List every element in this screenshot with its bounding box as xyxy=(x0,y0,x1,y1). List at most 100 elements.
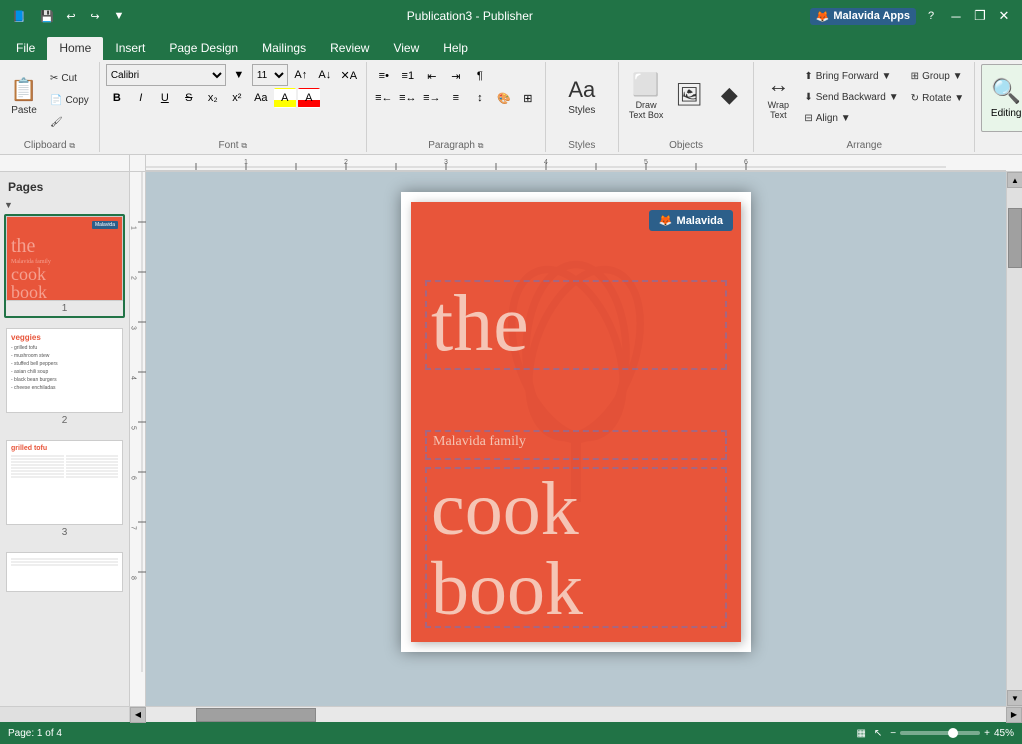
font-expand-icon[interactable]: ⧉ xyxy=(241,141,247,150)
layout-view-icon[interactable]: ▦ xyxy=(856,728,865,739)
zoom-slider-thumb[interactable] xyxy=(948,728,958,738)
zoom-minus-btn[interactable]: − xyxy=(890,728,896,739)
app-title: Publication3 - Publisher xyxy=(130,9,810,23)
draw-text-box-button[interactable]: ⬜ DrawText Box xyxy=(625,64,668,128)
tab-file[interactable]: File xyxy=(4,37,47,60)
shapes-button[interactable]: ◆ xyxy=(711,64,747,128)
font-dropdown-btn[interactable]: ▼ xyxy=(228,65,250,85)
tab-insert[interactable]: Insert xyxy=(103,37,157,60)
ribbon-group-paragraph: ≡• ≡1 ⇤ ⇥ ¶ ≡← ≡↔ ≡→ ≡ ↕ 🎨 ⊞ Paragraph xyxy=(367,62,546,152)
page-document[interactable]: 🦊 Malavida the Malavida family cookbook xyxy=(411,202,741,642)
text-highlight-button[interactable]: A xyxy=(274,88,296,108)
objects-label: Objects xyxy=(625,138,748,152)
horizontal-ruler: /* ruler ticks drawn via inline SVG */ 1… xyxy=(146,155,1006,171)
paste-button[interactable]: 📋 Paste xyxy=(6,64,42,128)
zoom-plus-btn[interactable]: + xyxy=(984,728,990,739)
tab-page-design[interactable]: Page Design xyxy=(157,37,250,60)
tab-view[interactable]: View xyxy=(381,37,431,60)
tab-review[interactable]: Review xyxy=(318,37,381,60)
show-hide-btn[interactable]: ¶ xyxy=(469,66,491,86)
scroll-left-btn[interactable]: ◀ xyxy=(130,707,146,723)
page-thumb-4[interactable] xyxy=(4,550,125,594)
page-thumb-2[interactable]: veggies - grilled tofu - mushroom stew -… xyxy=(4,326,125,430)
align-left-btn[interactable]: ≡← xyxy=(373,88,395,108)
align-right-btn[interactable]: ≡→ xyxy=(421,88,443,108)
help-btn[interactable]: ? xyxy=(920,5,942,27)
italic-button[interactable]: I xyxy=(130,88,152,108)
rotate-button[interactable]: ↻ Rotate ▼ xyxy=(907,88,969,108)
send-backward-button[interactable]: ⬇ Send Backward ▼ xyxy=(800,87,902,107)
font-size-select[interactable]: 11 xyxy=(252,64,288,86)
styles-content: Aa Styles xyxy=(552,64,612,138)
scroll-up-btn[interactable]: ▲ xyxy=(1007,172,1022,188)
font-size-down-btn[interactable]: A↓ xyxy=(314,65,336,85)
font-color-button[interactable]: A xyxy=(298,88,320,108)
quick-access-dropdown[interactable]: ▼ xyxy=(108,5,130,27)
tab-home[interactable]: Home xyxy=(47,37,103,60)
subtitle-text[interactable]: Malavida family xyxy=(433,434,721,450)
bring-forward-dropdown[interactable]: ▼ xyxy=(882,71,892,82)
scroll-right-btn[interactable]: ▶ xyxy=(1006,707,1022,723)
page-thumb-3[interactable]: grilled tofu xyxy=(4,438,125,542)
change-case-button[interactable]: Aa xyxy=(250,88,272,108)
page-thumb-1[interactable]: Malavida the Malavida family cookbook 1 xyxy=(4,214,125,318)
paragraph-label: Paragraph ⧉ xyxy=(373,138,539,152)
justify-btn[interactable]: ≡ xyxy=(445,88,467,108)
ribbon-group-arrange: ↔ WrapText ⬆ Bring Forward ▼ ⬇ Send Back… xyxy=(754,62,975,152)
clear-format-btn[interactable]: ✕A xyxy=(338,65,360,85)
line-spacing-btn[interactable]: ↕ xyxy=(469,88,491,108)
close-btn[interactable]: ✕ xyxy=(994,6,1014,26)
align-button[interactable]: ⊟ Align ▼ xyxy=(800,108,902,128)
malavida-badge: 🦊 Malavida xyxy=(649,210,733,231)
picture-button[interactable]: 🖼 xyxy=(671,64,707,128)
title-bottom[interactable]: cookbook xyxy=(431,470,721,630)
bullet-list-btn[interactable]: ≡• xyxy=(373,66,395,86)
zoom-percent: 45% xyxy=(994,728,1014,739)
scroll-thumb[interactable] xyxy=(1008,208,1022,268)
malavida-logo-icon: 🦊 xyxy=(816,10,830,23)
send-backward-dropdown[interactable]: ▼ xyxy=(889,92,899,103)
status-right: ▦ ↖ − + 45% xyxy=(856,728,1014,739)
shading-btn[interactable]: 🎨 xyxy=(493,88,515,108)
undo-btn[interactable]: ↩ xyxy=(60,5,82,27)
styles-button[interactable]: Aa Styles xyxy=(552,64,612,128)
bold-button[interactable]: B xyxy=(106,88,128,108)
canvas-area[interactable]: 🦊 Malavida the Malavida family cookbook xyxy=(146,172,1006,706)
publisher-logo-btn[interactable]: 📘 xyxy=(8,5,30,27)
paragraph-expand-icon[interactable]: ⧉ xyxy=(478,141,484,150)
wrap-text-button[interactable]: ↔ WrapText xyxy=(760,64,796,128)
borders-btn[interactable]: ⊞ xyxy=(517,88,539,108)
cut-icon: ✂ xyxy=(50,73,58,84)
superscript-button[interactable]: x² xyxy=(226,88,248,108)
editing-icon: 🔍 xyxy=(991,77,1021,106)
redo-btn[interactable]: ↪ xyxy=(84,5,106,27)
collapse-pages-icon[interactable]: ▼ xyxy=(4,200,13,210)
tab-help[interactable]: Help xyxy=(431,37,480,60)
subscript-button[interactable]: x₂ xyxy=(202,88,224,108)
scroll-down-btn[interactable]: ▼ xyxy=(1007,690,1022,706)
underline-button[interactable]: U xyxy=(154,88,176,108)
font-size-up-btn[interactable]: A↑ xyxy=(290,65,312,85)
save-btn[interactable]: 💾 xyxy=(36,5,58,27)
zoom-slider[interactable] xyxy=(900,731,980,735)
svg-text:3: 3 xyxy=(130,326,137,330)
copy-button[interactable]: 📄 Copy xyxy=(46,90,93,110)
title-top[interactable]: the xyxy=(431,284,721,364)
align-center-btn[interactable]: ≡↔ xyxy=(397,88,419,108)
strikethrough-button[interactable]: S xyxy=(178,88,200,108)
cut-button[interactable]: ✂ Cut xyxy=(46,68,93,88)
format-painter-button[interactable]: 🖌 xyxy=(46,112,93,132)
tab-mailings[interactable]: Mailings xyxy=(250,37,318,60)
group-button[interactable]: ⊞ Group ▼ xyxy=(907,66,969,86)
minimize-btn[interactable]: ─ xyxy=(946,6,966,26)
bring-forward-button[interactable]: ⬆ Bring Forward ▼ xyxy=(800,66,902,86)
indent-increase-btn[interactable]: ⇥ xyxy=(445,66,467,86)
h-scroll-thumb[interactable] xyxy=(196,708,316,722)
number-list-btn[interactable]: ≡1 xyxy=(397,66,419,86)
clipboard-expand-icon[interactable]: ⧉ xyxy=(69,141,75,150)
editing-button[interactable]: 🔍 Editing xyxy=(981,64,1022,132)
svg-text:3: 3 xyxy=(444,159,448,166)
restore-btn[interactable]: ❐ xyxy=(970,6,990,26)
font-family-select[interactable]: Calibri xyxy=(106,64,226,86)
indent-decrease-btn[interactable]: ⇤ xyxy=(421,66,443,86)
